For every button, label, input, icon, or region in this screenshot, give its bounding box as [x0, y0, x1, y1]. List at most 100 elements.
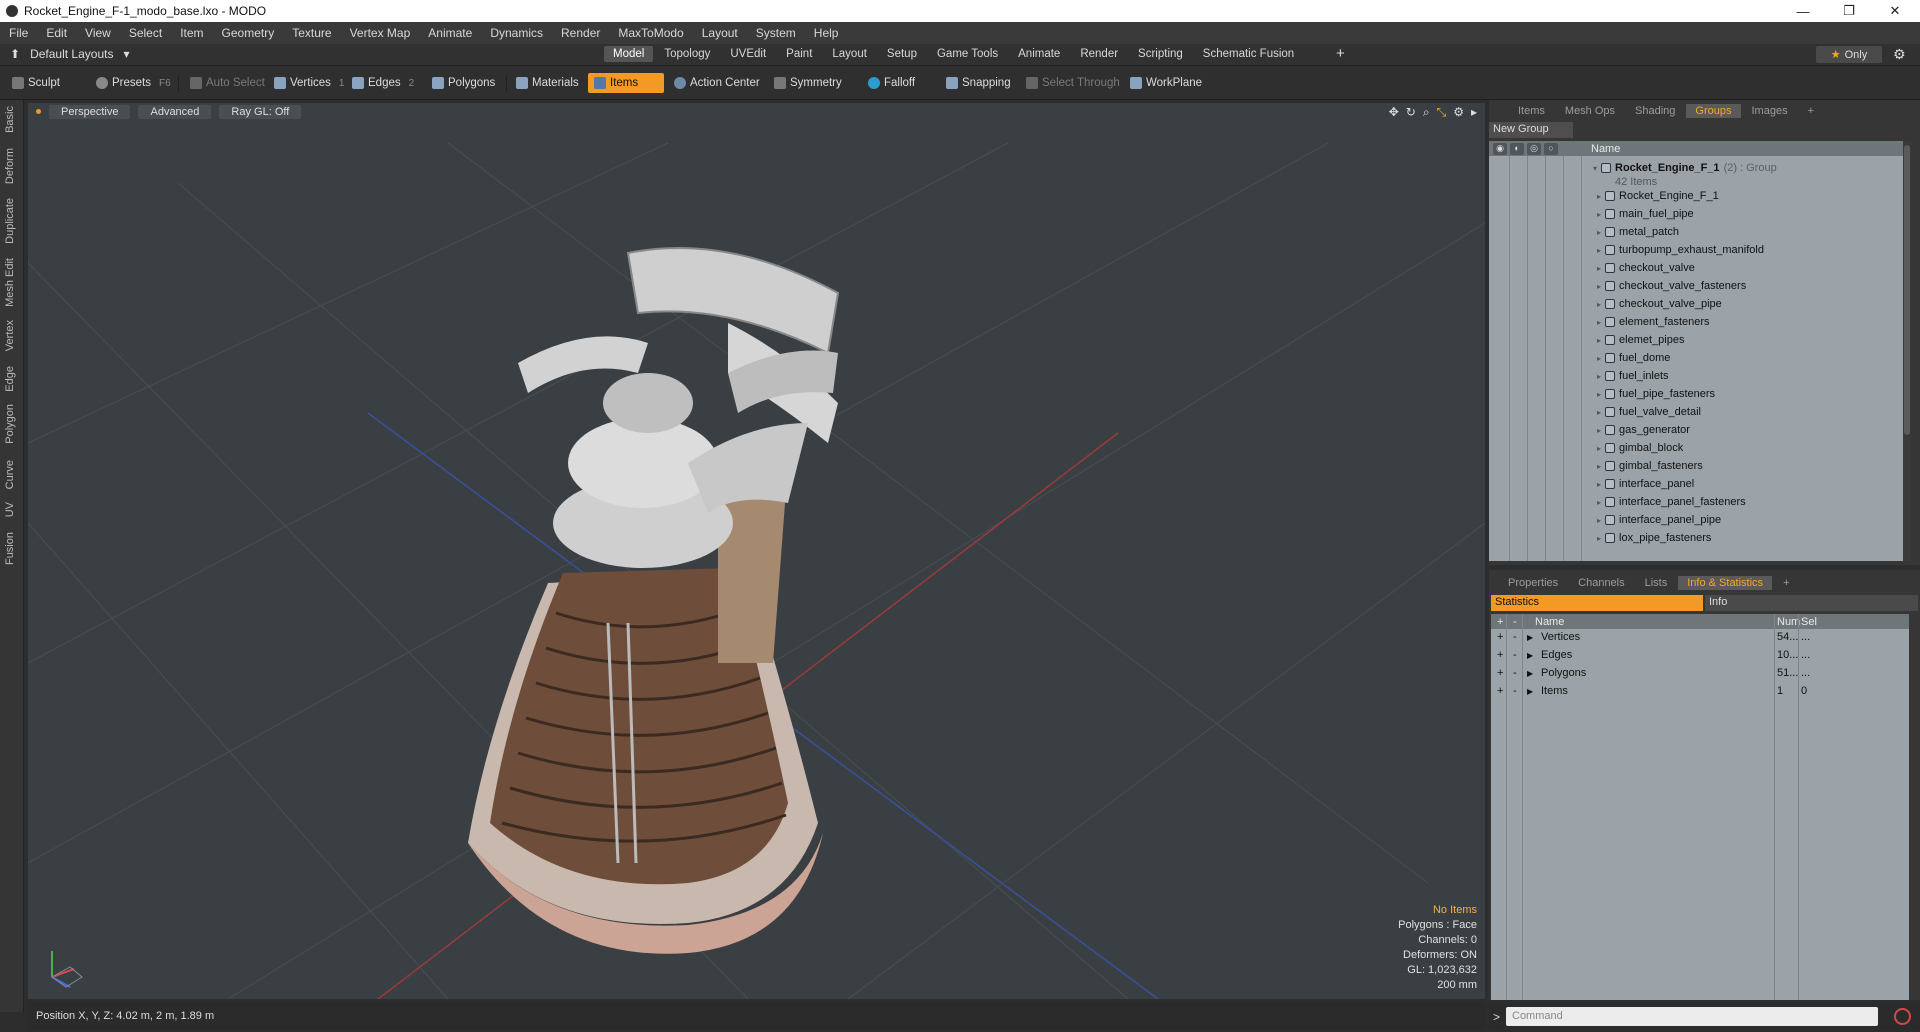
menu-file[interactable]: File	[0, 26, 37, 40]
plus-icon[interactable]: +	[1497, 667, 1503, 679]
expand-arrow-icon[interactable]: ▸	[1597, 444, 1601, 453]
expand-arrow-icon[interactable]: ▸	[1597, 516, 1601, 525]
expand-arrow-icon[interactable]: ▸	[1597, 462, 1601, 471]
expand-arrow-icon[interactable]: ▶	[1527, 633, 1533, 642]
tab-layout[interactable]: Layout	[823, 46, 876, 62]
menu-maxtomodo[interactable]: MaxToModo	[609, 26, 692, 40]
group-item-row[interactable]: ▸ metal_patch	[1597, 223, 1679, 241]
tab-lists[interactable]: Lists	[1636, 576, 1677, 590]
expand-arrow-icon[interactable]: ▸	[1597, 498, 1601, 507]
statistics-tab[interactable]: Statistics	[1491, 595, 1703, 611]
maximize-button[interactable]: ❐	[1826, 0, 1872, 22]
menu-item[interactable]: Item	[171, 26, 212, 40]
scroll-thumb[interactable]	[1904, 145, 1910, 435]
group-item-row[interactable]: ▸ fuel_dome	[1597, 349, 1670, 367]
menu-view[interactable]: View	[76, 26, 120, 40]
plus-icon[interactable]: +	[1497, 685, 1503, 697]
command-input[interactable]: Command	[1506, 1007, 1878, 1026]
tab-game-tools[interactable]: Game Tools	[928, 46, 1007, 62]
add-tab-button[interactable]: +	[1336, 45, 1345, 62]
plus-icon[interactable]: +	[1497, 649, 1503, 661]
tab-curve[interactable]: Curve	[4, 460, 16, 489]
snapping-button[interactable]: Snapping	[940, 73, 1017, 93]
group-item-row[interactable]: ▸ lox_pipe_fasteners	[1597, 529, 1711, 547]
presets-button[interactable]: Presets F6	[90, 73, 177, 93]
expand-arrow-icon[interactable]: ▸	[1597, 282, 1601, 291]
menu-texture[interactable]: Texture	[283, 26, 340, 40]
expand-arrow-icon[interactable]: ▸	[1597, 372, 1601, 381]
collapse-icon[interactable]: ▾	[1593, 164, 1597, 173]
tab-groups[interactable]: Groups	[1686, 104, 1741, 118]
menu-layout[interactable]: Layout	[693, 26, 747, 40]
menu-vertex-map[interactable]: Vertex Map	[341, 26, 420, 40]
minus-icon[interactable]: -	[1513, 631, 1517, 643]
shading-dropdown[interactable]: Advanced	[138, 104, 212, 119]
tab-vertex[interactable]: Vertex	[4, 320, 16, 351]
tab-topology[interactable]: Topology	[655, 46, 719, 62]
polygons-button[interactable]: Polygons	[426, 73, 501, 93]
expand-arrow-icon[interactable]: ▸	[1597, 246, 1601, 255]
items-button[interactable]: Items	[588, 73, 664, 93]
expand-arrow-icon[interactable]: ▸	[1597, 192, 1601, 201]
stat-row[interactable]: + - ▶ Polygons 51... ...	[1491, 665, 1909, 683]
eye-icon[interactable]: ◉	[1493, 142, 1507, 155]
group-item-row[interactable]: ▸ checkout_valve_pipe	[1597, 295, 1722, 313]
group-item-row[interactable]: ▸ element_fasteners	[1597, 313, 1710, 331]
view-mode-dropdown[interactable]: Perspective	[49, 104, 131, 119]
expand-arrow-icon[interactable]: ▶	[1527, 651, 1533, 660]
expand-arrow-icon[interactable]: ▶	[1527, 687, 1533, 696]
gear-icon[interactable]: ⚙	[1893, 46, 1906, 63]
group-item-row[interactable]: ▸ main_fuel_pipe	[1597, 205, 1694, 223]
group-item-row[interactable]: ▸ interface_panel	[1597, 475, 1694, 493]
add-panel-tab-icon[interactable]: +	[1799, 104, 1823, 118]
expand-arrow-icon[interactable]: ▸	[1597, 264, 1601, 273]
tab-animate[interactable]: Animate	[1009, 46, 1069, 62]
materials-button[interactable]: Materials	[510, 73, 585, 93]
expand-arrow-icon[interactable]: ▸	[1597, 336, 1601, 345]
minus-icon[interactable]: -	[1513, 667, 1517, 679]
menu-animate[interactable]: Animate	[419, 26, 481, 40]
expand-arrow-icon[interactable]: ▸	[1597, 318, 1601, 327]
expand-arrow-icon[interactable]: ▸	[1597, 300, 1601, 309]
add-panel-tab-icon[interactable]: +	[1774, 576, 1798, 590]
menu-render[interactable]: Render	[552, 26, 609, 40]
minus-icon[interactable]: -	[1513, 685, 1517, 697]
tab-polygon[interactable]: Polygon	[4, 404, 16, 444]
tab-schematic-fusion[interactable]: Schematic Fusion	[1194, 46, 1303, 62]
group-item-row[interactable]: ▸ fuel_valve_detail	[1597, 403, 1701, 421]
expand-arrow-icon[interactable]: ▸	[1597, 426, 1601, 435]
stat-row[interactable]: + - ▶ Items 1 0	[1491, 683, 1909, 701]
group-item-row[interactable]: ▸ fuel_pipe_fasteners	[1597, 385, 1715, 403]
tab-duplicate[interactable]: Duplicate	[4, 198, 16, 244]
tab-model[interactable]: Model	[604, 46, 654, 62]
stop-icon[interactable]	[1894, 1008, 1911, 1025]
stat-row[interactable]: + - ▶ Vertices 54... ...	[1491, 629, 1909, 647]
viewport-gear-icon[interactable]: ⚙	[1453, 105, 1464, 120]
group-item-row[interactable]: ▸ interface_panel_fasteners	[1597, 493, 1746, 511]
minimize-button[interactable]: —	[1780, 0, 1826, 22]
tab-mesh-edit[interactable]: Mesh Edit	[4, 258, 16, 307]
expand-arrow-icon[interactable]: ▸	[1597, 390, 1601, 399]
expand-arrow-icon[interactable]: ▶	[1527, 669, 1533, 678]
expand-arrow-icon[interactable]: ▸	[1597, 480, 1601, 489]
group-item-row[interactable]: ▸ checkout_valve_fasteners	[1597, 277, 1746, 295]
menu-help[interactable]: Help	[805, 26, 848, 40]
plus-icon[interactable]: +	[1497, 631, 1503, 643]
3d-viewport[interactable]: Perspective Advanced Ray GL: Off ✥ ↻ ⌕ ⤡…	[28, 103, 1485, 999]
rocket-engine-model[interactable]	[468, 247, 840, 954]
tab-deform[interactable]: Deform	[4, 148, 16, 184]
group-item-row[interactable]: ▸ interface_panel_pipe	[1597, 511, 1721, 529]
group-item-row[interactable]: ▸ fuel_inlets	[1597, 367, 1669, 385]
tab-scripting[interactable]: Scripting	[1129, 46, 1192, 62]
only-button[interactable]: ★ Only	[1816, 46, 1882, 63]
menu-dynamics[interactable]: Dynamics	[481, 26, 552, 40]
group-item-row[interactable]: ▸ turbopump_exhaust_manifold	[1597, 241, 1764, 259]
expand-arrow-icon[interactable]: ▸	[1597, 408, 1601, 417]
tab-fusion[interactable]: Fusion	[4, 532, 16, 565]
vertices-button[interactable]: Vertices 1	[268, 73, 350, 93]
tab-setup[interactable]: Setup	[878, 46, 926, 62]
new-group-button[interactable]: New Group	[1489, 122, 1573, 138]
tab-mesh-ops[interactable]: Mesh Ops	[1556, 104, 1624, 118]
group-item-row[interactable]: ▸ gas_generator	[1597, 421, 1690, 439]
tab-shading[interactable]: Shading	[1626, 104, 1684, 118]
